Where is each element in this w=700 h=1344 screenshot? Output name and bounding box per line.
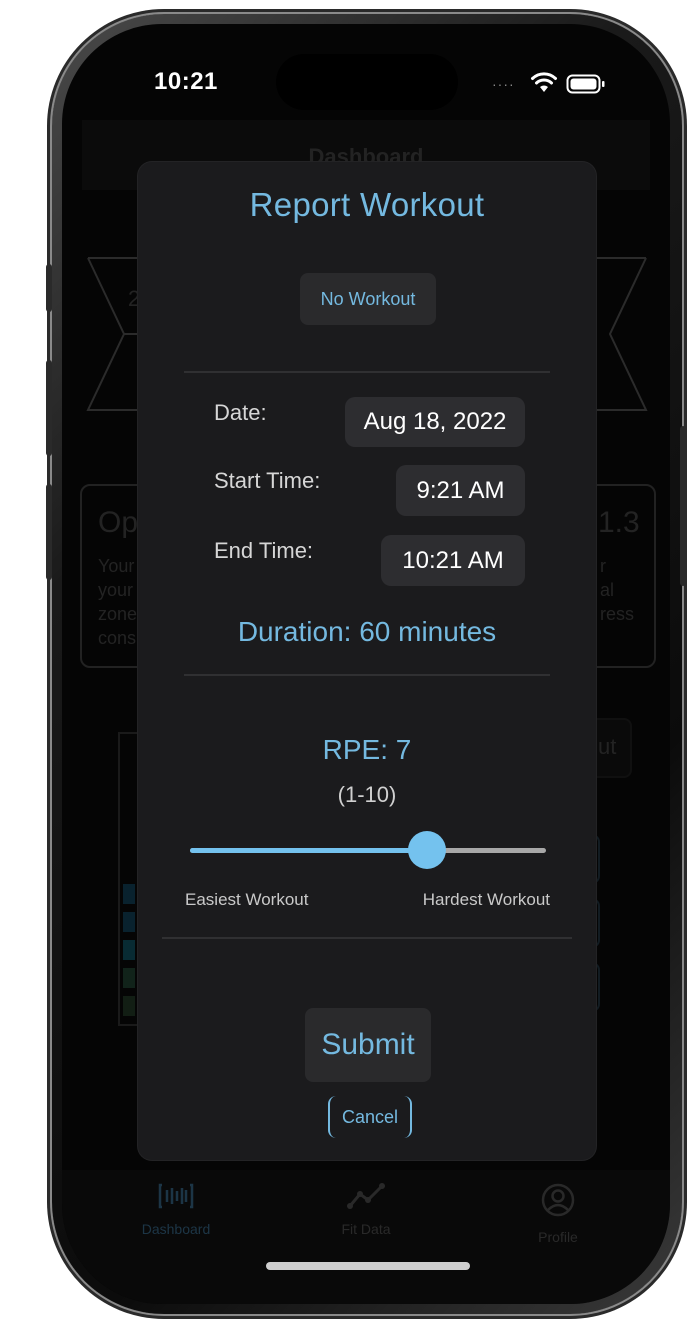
start-time-label: Start Time: [214, 468, 321, 493]
tab-profile[interactable]: Profile [498, 1182, 618, 1245]
rpe-range-text: (1-10) [337, 782, 397, 807]
divider-top [184, 371, 550, 373]
rpe-slider-thumb[interactable] [408, 831, 447, 869]
background-card-right-2: al [600, 580, 615, 600]
action-button [46, 264, 52, 312]
background-card-heading: Op [98, 506, 139, 539]
home-indicator[interactable] [266, 1262, 470, 1270]
background-card-right-3: ress [600, 604, 635, 624]
background-card-line-4: cons [98, 628, 137, 648]
barcode-icon [158, 1183, 194, 1209]
divider-bottom [162, 937, 572, 939]
background-card-line-1: Your [98, 556, 135, 576]
cellular-signal-icon: ···· [492, 76, 515, 92]
rpe-value-text: RPE: 7 [322, 734, 412, 765]
rpe-slider[interactable] [190, 831, 546, 869]
screen: Dashboard 2 Op 1.3 Your your zone cons r… [62, 24, 670, 1304]
person-circle-icon [541, 1183, 575, 1217]
start-time-picker[interactable]: 9:21 AM [396, 465, 525, 516]
modal-title: Report Workout [249, 186, 485, 223]
slider-min-label: Easiest Workout [185, 890, 309, 909]
volume-down-button [46, 484, 52, 580]
date-picker[interactable]: Aug 18, 2022 [345, 397, 525, 447]
submit-button[interactable]: Submit [305, 1008, 431, 1082]
tab-profile-label: Profile [538, 1229, 578, 1245]
background-button-label: ut [598, 734, 617, 759]
tab-dashboard[interactable]: Dashboard [116, 1182, 236, 1237]
status-time: 10:21 [154, 68, 218, 95]
volume-up-button [46, 360, 52, 456]
tab-fit-data-label: Fit Data [341, 1221, 391, 1237]
dynamic-island [276, 54, 458, 110]
divider-middle [184, 674, 550, 676]
cancel-button[interactable]: Cancel [328, 1096, 412, 1138]
background-card-line-3: zone [98, 604, 138, 624]
battery-icon [566, 74, 605, 94]
slider-max-label: Hardest Workout [422, 890, 550, 909]
date-label: Date: [214, 400, 267, 425]
no-workout-button[interactable]: No Workout [300, 273, 436, 325]
tab-fit-data[interactable]: Fit Data [306, 1182, 426, 1237]
background-card-right-1: r [600, 556, 606, 576]
duration-text: Duration: 60 minutes [237, 616, 497, 647]
power-button [680, 426, 686, 586]
tab-dashboard-label: Dashboard [141, 1221, 211, 1237]
line-chart-icon [347, 1183, 385, 1209]
wifi-icon [531, 72, 557, 92]
report-workout-modal: Report Workout No Workout Date: Aug 18, … [138, 162, 596, 1160]
end-time-picker[interactable]: 10:21 AM [381, 535, 525, 586]
background-card-value: 1.3 [598, 506, 640, 539]
background-card-line-2: your [98, 580, 134, 600]
rpe-slider-fill [190, 848, 428, 853]
end-time-label: End Time: [214, 538, 314, 563]
